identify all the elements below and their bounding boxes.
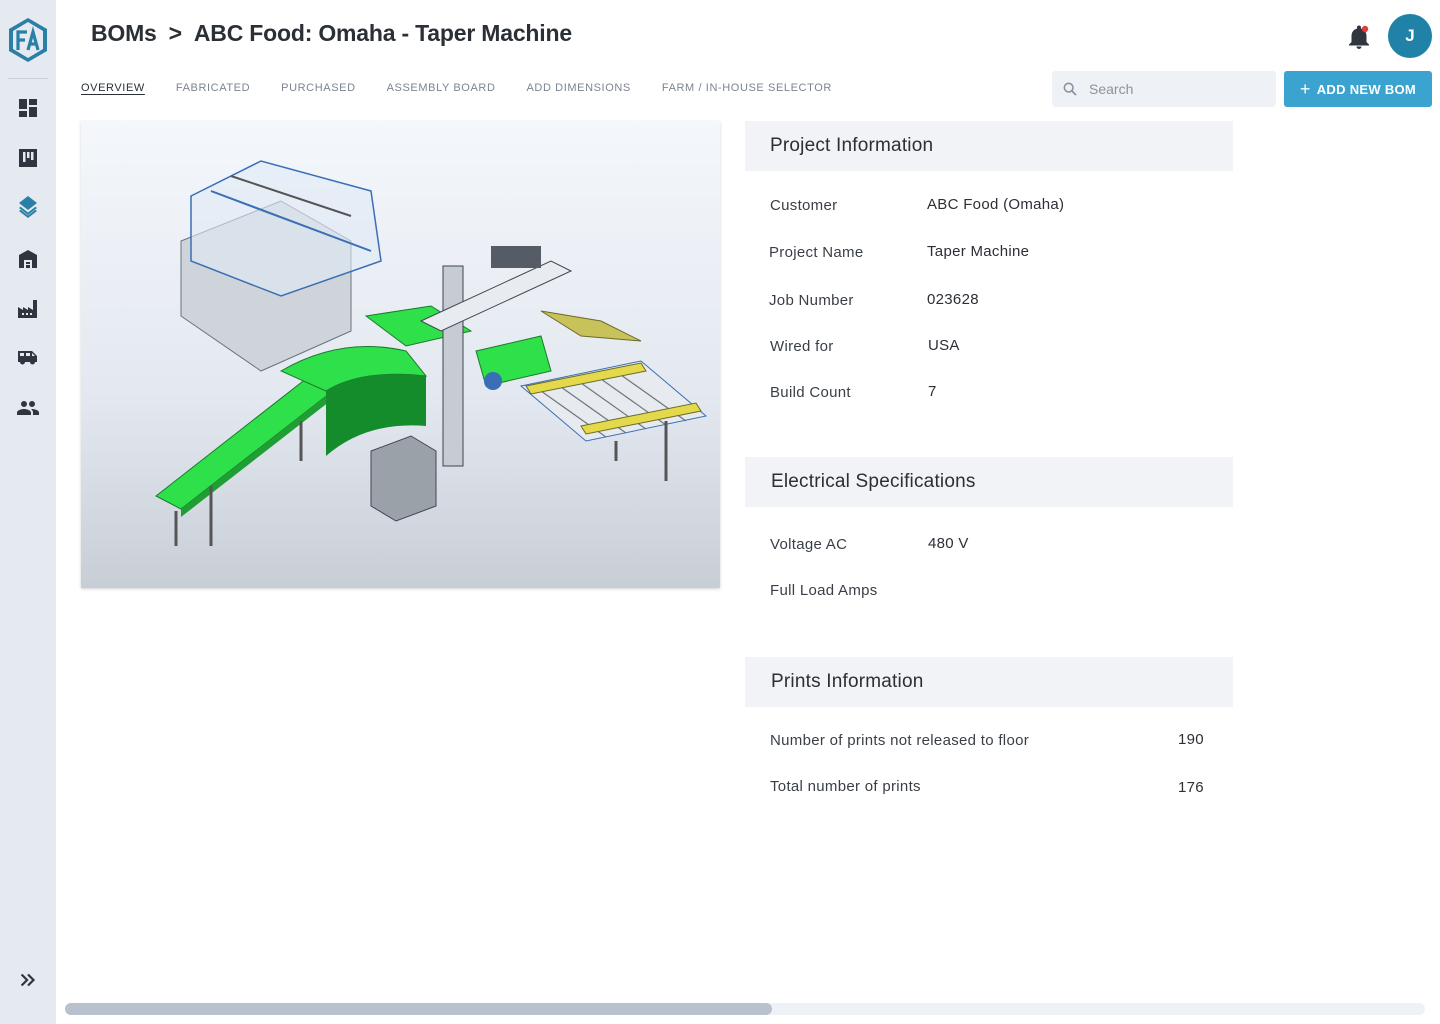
tab-assembly-board[interactable]: ASSEMBLY BOARD	[387, 82, 496, 98]
notifications-button[interactable]	[1347, 24, 1371, 50]
sidebar-expand-button[interactable]	[14, 966, 42, 994]
sidebar-item-users[interactable]	[14, 394, 42, 422]
search-icon	[1063, 82, 1077, 96]
users-icon	[17, 401, 39, 415]
horizontal-scrollbar[interactable]	[65, 1003, 1425, 1015]
breadcrumb-current: ABC Food: Omaha - Taper Machine	[193, 20, 572, 46]
add-new-bom-label: ADD NEW BOM	[1316, 81, 1417, 97]
electrical-specs-header: Electrical Specifications	[745, 457, 1233, 507]
tab-overview[interactable]: OVERVIEW	[81, 82, 145, 98]
sidebar-item-transport[interactable]	[14, 343, 42, 371]
search-input[interactable]	[1089, 81, 1259, 97]
project-name-label: Project Name	[769, 244, 864, 261]
project-info-header: Project Information	[745, 121, 1233, 171]
sidebar-item-warehouse[interactable]	[14, 245, 42, 273]
job-number-value: 023628	[927, 291, 979, 308]
sidebar-item-boms[interactable]	[14, 194, 42, 222]
job-number-label: Job Number	[769, 292, 854, 309]
prints-not-released-value: 190	[1178, 731, 1204, 748]
customer-label: Customer	[770, 197, 838, 214]
machine-render-image	[81, 121, 720, 588]
customer-value: ABC Food (Omaha)	[927, 196, 1065, 213]
sidebar-item-factory[interactable]	[14, 295, 42, 323]
tab-add-dimensions[interactable]: ADD DIMENSIONS	[527, 82, 631, 98]
build-count-value: 7	[928, 383, 937, 400]
breadcrumb-separator: >	[168, 20, 182, 46]
board-icon	[19, 149, 37, 167]
prints-info-header: Prints Information	[745, 657, 1233, 707]
total-prints-label: Total number of prints	[770, 778, 921, 795]
plus-icon: +	[1299, 79, 1311, 99]
sidebar	[0, 0, 56, 1024]
wired-for-label: Wired for	[770, 338, 834, 355]
sidebar-item-board[interactable]	[14, 144, 42, 172]
wired-for-value: USA	[928, 337, 960, 354]
full-load-amps-label: Full Load Amps	[770, 582, 878, 599]
bell-icon	[1349, 25, 1369, 49]
tab-fabricated[interactable]: FABRICATED	[176, 82, 250, 98]
page-title: BOMs > ABC Food: Omaha - Taper Machine	[91, 20, 572, 47]
truck-icon	[18, 351, 37, 365]
sidebar-divider	[8, 78, 48, 79]
voltage-ac-value: 480 V	[928, 535, 969, 552]
notification-dot	[1361, 25, 1369, 33]
search-box	[1052, 71, 1276, 107]
sidebar-item-dashboard[interactable]	[14, 94, 42, 122]
tab-farm-in-house-selector[interactable]: FARM / IN-HOUSE SELECTOR	[662, 82, 832, 98]
user-avatar[interactable]: J	[1388, 14, 1432, 58]
warehouse-icon	[19, 250, 37, 268]
double-chevron-right-icon	[20, 973, 36, 987]
breadcrumb-root[interactable]: BOMs	[91, 20, 157, 46]
dashboard-icon	[19, 99, 37, 117]
horizontal-scrollbar-thumb[interactable]	[65, 1003, 773, 1015]
total-prints-value: 176	[1178, 779, 1204, 796]
voltage-ac-label: Voltage AC	[770, 536, 848, 553]
app-logo[interactable]	[6, 16, 50, 64]
prints-not-released-label: Number of prints not released to floor	[770, 732, 1030, 749]
add-new-bom-button[interactable]: + ADD NEW BOM	[1284, 71, 1432, 107]
build-count-label: Build Count	[770, 384, 851, 401]
project-name-value: Taper Machine	[927, 243, 1030, 260]
tab-purchased[interactable]: PURCHASED	[281, 82, 355, 98]
factory-icon	[18, 300, 37, 318]
tab-bar: OVERVIEW FABRICATED PURCHASED ASSEMBLY B…	[81, 82, 863, 98]
layers-icon	[19, 196, 37, 218]
